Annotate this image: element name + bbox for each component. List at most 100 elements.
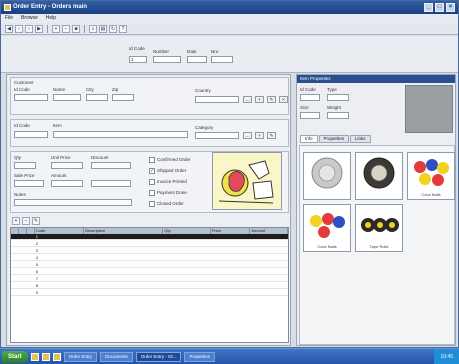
prop-id-field[interactable] [300,94,320,101]
last-record-icon[interactable]: ▶ [35,24,43,33]
prev-record-icon[interactable]: ‹ [15,24,23,33]
quicklaunch-icon[interactable] [41,352,50,361]
confirmed-checkbox[interactable] [149,157,155,163]
order-lines-grid[interactable]: Code Description Qty Price Amount 123456… [10,227,289,343]
print-icon[interactable]: ▤ [99,24,107,33]
table-cell [11,234,19,239]
first-record-icon[interactable]: ◀ [5,24,13,33]
order-nro-field[interactable] [211,56,233,63]
item-properties-pane: Item Properties Id Code Size Weight Type… [296,74,456,346]
sale-price-field[interactable] [14,180,44,187]
grid-add-icon[interactable]: + [12,217,20,225]
start-button[interactable]: Start [2,350,28,363]
total-field[interactable] [91,180,131,187]
item-properties-title: Item Properties [297,75,455,83]
customer-edit-button[interactable]: ✎ [267,96,276,103]
invoice-label: Invoice Printed [157,179,187,184]
save-icon[interactable]: ■ [72,24,80,33]
close-button[interactable]: × [446,3,455,12]
minimize-button[interactable]: _ [424,3,433,12]
order-date-field[interactable] [187,56,207,63]
table-row[interactable]: 8 [11,283,288,289]
invoice-checkbox[interactable] [149,179,155,185]
table-row[interactable]: 4 [11,255,288,261]
unit-price-field[interactable] [51,162,83,169]
tab-properties[interactable]: Properties [318,135,350,143]
quicklaunch-icon[interactable] [52,352,61,361]
discount-field[interactable] [91,162,131,169]
help-icon[interactable]: ? [119,24,127,33]
gallery-thumb[interactable] [303,152,351,200]
prop-size-field[interactable] [300,112,320,119]
customer-delete-button[interactable]: × [279,96,288,103]
customer-new-button[interactable]: + [255,96,264,103]
quicklaunch-icon[interactable] [30,352,39,361]
next-record-icon[interactable]: › [25,24,33,33]
table-cell [19,276,27,281]
maximize-button[interactable]: □ [435,3,444,12]
grid-edit-icon[interactable]: ✎ [32,217,40,225]
menu-help[interactable]: Help [46,14,56,23]
item-edit-button[interactable]: ✎ [267,132,276,139]
table-cell [211,234,251,239]
amount-field[interactable] [51,180,83,187]
table-cell: 7 [35,276,38,281]
prop-weight-field[interactable] [327,112,349,119]
closed-checkbox[interactable] [149,201,155,207]
customer-city-field[interactable] [86,94,108,101]
tab-info[interactable]: Info [300,135,318,143]
taskbar-item[interactable]: Documents [99,351,133,362]
table-cell [163,283,210,288]
table-row[interactable]: 6 [11,269,288,275]
customer-country-field[interactable] [195,96,239,103]
payment-checkbox[interactable] [149,190,155,196]
notes-field[interactable] [14,199,132,206]
refresh-icon[interactable]: ↻ [109,24,117,33]
closed-label: Closed Order [157,201,184,206]
item-new-button[interactable]: + [255,132,264,139]
item-image-preview [405,85,453,133]
grid-delete-icon[interactable]: − [22,217,30,225]
menu-file[interactable]: File [5,14,13,23]
new-record-icon[interactable]: + [52,24,60,33]
shipped-checkbox[interactable]: ✓ [149,168,155,174]
item-gallery: Color Balls Color Balls Tape Rolls [299,145,455,345]
qty-field[interactable] [14,162,36,169]
delete-record-icon[interactable]: − [62,24,70,33]
item-lookup-button[interactable]: … [243,132,252,139]
table-row[interactable]: 2 [11,241,288,247]
item-category-field[interactable] [195,132,239,139]
table-cell [11,283,19,288]
customer-zip-field[interactable] [112,94,134,101]
table-row[interactable]: 3 [11,248,288,254]
gallery-thumb[interactable] [355,152,403,200]
taskbar-item[interactable]: Properties [184,351,215,362]
item-field[interactable] [53,131,188,138]
search-icon[interactable]: ⌕ [89,24,97,33]
table-row[interactable]: 7 [11,276,288,282]
table-cell [19,283,27,288]
prop-type-field[interactable] [327,94,349,101]
table-cell [163,290,210,295]
gallery-thumb[interactable]: Color Balls [303,204,351,252]
table-cell [211,248,251,253]
customer-lookup-button[interactable]: … [243,96,252,103]
table-row[interactable]: 1 [11,234,288,240]
order-id-field[interactable]: 1 [129,56,147,63]
customer-name-field[interactable] [53,94,81,101]
gallery-thumb[interactable]: Color Balls [407,152,455,200]
customer-name-label: Name [53,87,66,92]
table-cell [19,255,27,260]
customer-id-field[interactable] [14,94,48,101]
taskbar-item[interactable]: Order Entry [63,351,97,362]
customer-city-label: City [86,87,94,92]
table-cell [211,283,251,288]
gallery-thumb[interactable]: Tape Rolls [355,204,403,252]
taskbar-item-active[interactable]: Order Entry - Or... [135,351,182,362]
menu-browse[interactable]: Browse [21,14,38,23]
tab-links[interactable]: Links [350,135,371,143]
item-id-field[interactable] [14,131,48,138]
table-row[interactable]: 9 [11,290,288,296]
table-row[interactable]: 5 [11,262,288,268]
order-number-field[interactable] [153,56,181,63]
